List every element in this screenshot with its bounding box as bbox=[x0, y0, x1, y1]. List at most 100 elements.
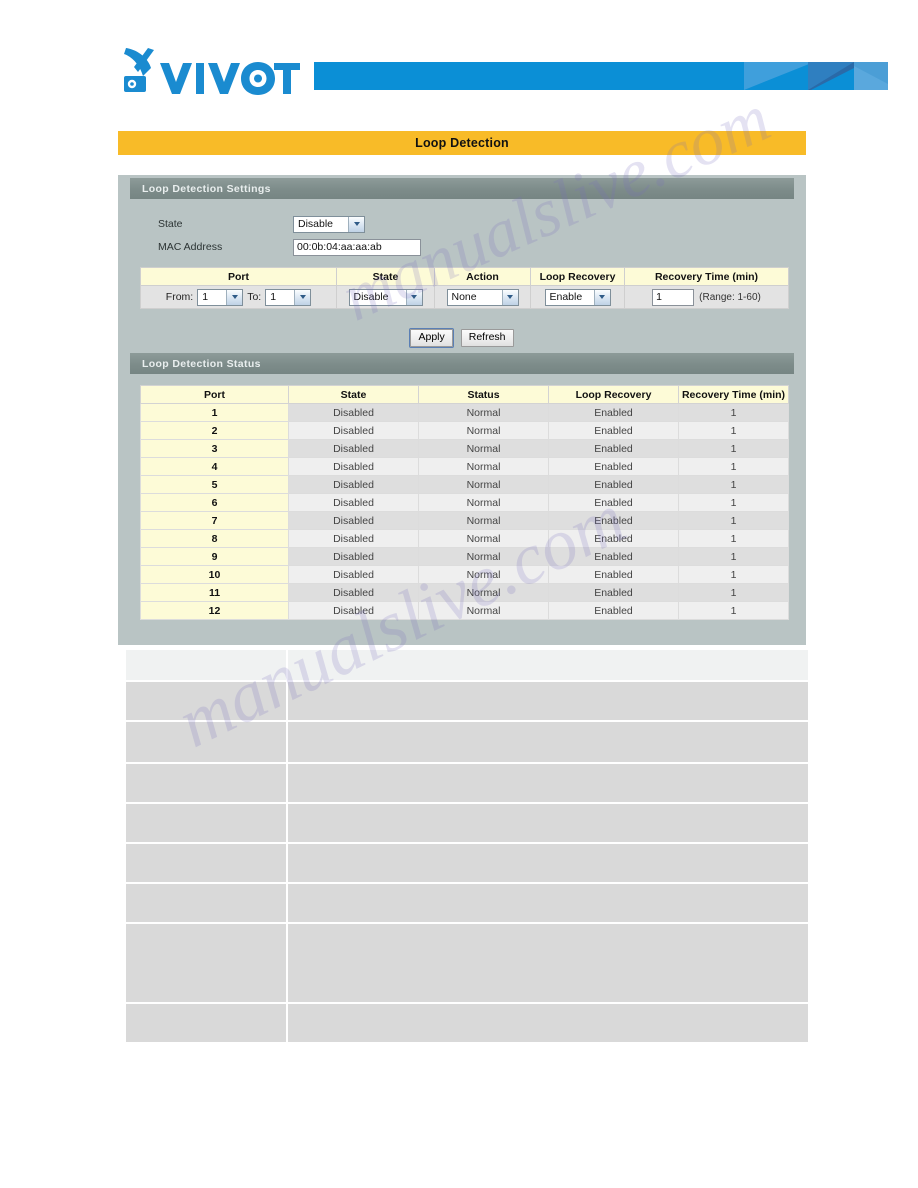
bottom-empty-cell bbox=[126, 804, 286, 842]
status-cell-state: Disabled bbox=[288, 565, 419, 584]
status-cell-status: Normal bbox=[418, 493, 549, 512]
status-table-body: 1 Disabled Normal Enabled 1 2 Disabled Normal En… bbox=[140, 403, 789, 620]
table-row: 7 Disabled Normal Enabled 1 bbox=[140, 511, 789, 530]
status-cell-state: Disabled bbox=[288, 403, 419, 422]
port-from-select[interactable]: 1 bbox=[197, 288, 244, 306]
status-cell-loop-recovery: Enabled bbox=[548, 511, 679, 530]
table-row: 11 Disabled Normal Enabled 1 bbox=[140, 583, 789, 602]
status-cell-recovery-time: 1 bbox=[678, 583, 789, 602]
status-cell-port: 10 bbox=[140, 565, 289, 584]
status-cell-recovery-time: 1 bbox=[678, 529, 789, 548]
status-cell-recovery-time: 1 bbox=[678, 493, 789, 512]
status-cell-loop-recovery: Enabled bbox=[548, 529, 679, 548]
status-cell-state: Disabled bbox=[288, 421, 419, 440]
status-th-port: Port bbox=[140, 385, 289, 404]
chevron-down-icon bbox=[226, 289, 243, 305]
table-row bbox=[126, 1004, 808, 1042]
page-title: Loop Detection bbox=[118, 131, 806, 155]
settings-table-row: From: 1 To: 1 Disable None Enable 1 (Ran… bbox=[140, 285, 789, 309]
status-cell-status: Normal bbox=[418, 421, 549, 440]
bottom-empty-cell bbox=[126, 764, 286, 802]
table-row: 4 Disabled Normal Enabled 1 bbox=[140, 457, 789, 476]
status-cell-status: Normal bbox=[418, 439, 549, 458]
port-to-select[interactable]: 1 bbox=[265, 288, 312, 306]
bottom-empty-cell bbox=[288, 764, 808, 802]
recovery-time-input[interactable]: 1 bbox=[652, 288, 695, 306]
status-cell-loop-recovery: Enabled bbox=[548, 475, 679, 494]
bottom-empty-cell bbox=[126, 1004, 286, 1042]
status-th-recovery-time: Recovery Time (min) bbox=[678, 385, 789, 404]
settings-section-header: Loop Detection Settings bbox=[130, 178, 794, 199]
status-section-header: Loop Detection Status bbox=[130, 353, 794, 374]
status-cell-status: Normal bbox=[418, 529, 549, 548]
table-row bbox=[126, 650, 808, 680]
table-row bbox=[126, 722, 808, 762]
table-row: 1 Disabled Normal Enabled 1 bbox=[140, 403, 789, 422]
status-table-header-row: Port State Status Loop Recovery Recovery… bbox=[140, 385, 789, 404]
status-cell-state: Disabled bbox=[288, 529, 419, 548]
status-cell-port: 11 bbox=[140, 583, 289, 602]
status-cell-recovery-time: 1 bbox=[678, 403, 789, 422]
bottom-empty-table-body bbox=[126, 650, 808, 1042]
state-field-row: State Disable bbox=[158, 215, 365, 233]
port-range-cell: From: 1 To: 1 bbox=[140, 285, 337, 309]
table-row: 2 Disabled Normal Enabled 1 bbox=[140, 421, 789, 440]
state-cell: Disable bbox=[336, 285, 435, 309]
status-cell-loop-recovery: Enabled bbox=[548, 547, 679, 566]
port-state-value: Disable bbox=[353, 291, 389, 303]
chevron-down-icon bbox=[294, 289, 311, 305]
chevron-down-icon bbox=[593, 289, 610, 305]
bottom-empty-cell bbox=[288, 650, 808, 680]
status-th-state: State bbox=[288, 385, 419, 404]
bottom-empty-cell bbox=[126, 884, 286, 922]
status-cell-status: Normal bbox=[418, 403, 549, 422]
status-cell-status: Normal bbox=[418, 547, 549, 566]
status-cell-port: 8 bbox=[140, 529, 289, 548]
bottom-empty-cell bbox=[126, 924, 286, 1002]
mac-address-input[interactable]: 00:0b:04:aa:aa:ab bbox=[293, 238, 421, 256]
settings-th-state: State bbox=[336, 267, 435, 286]
status-cell-recovery-time: 1 bbox=[678, 439, 789, 458]
action-value: None bbox=[451, 291, 477, 303]
settings-th-port: Port bbox=[140, 267, 337, 286]
settings-button-row: Apply Refresh bbox=[118, 329, 806, 347]
status-cell-state: Disabled bbox=[288, 583, 419, 602]
bottom-empty-cell bbox=[126, 722, 286, 762]
status-cell-port: 3 bbox=[140, 439, 289, 458]
status-cell-state: Disabled bbox=[288, 547, 419, 566]
main-panel: Loop Detection Settings State Disable MA… bbox=[118, 175, 806, 645]
bottom-empty-cell bbox=[288, 844, 808, 882]
status-th-loop-recovery: Loop Recovery bbox=[548, 385, 679, 404]
state-select-value: Disable bbox=[298, 218, 334, 230]
header-banner bbox=[314, 62, 888, 90]
status-cell-state: Disabled bbox=[288, 511, 419, 530]
table-row: 8 Disabled Normal Enabled 1 bbox=[140, 529, 789, 548]
port-from-value: 1 bbox=[202, 291, 209, 303]
port-state-select[interactable]: Disable bbox=[348, 288, 423, 306]
mac-address-label: MAC Address bbox=[158, 241, 223, 253]
table-row: 10 Disabled Normal Enabled 1 bbox=[140, 565, 789, 584]
status-cell-status: Normal bbox=[418, 511, 549, 530]
apply-button[interactable]: Apply bbox=[410, 329, 453, 347]
status-cell-port: 5 bbox=[140, 475, 289, 494]
status-cell-loop-recovery: Enabled bbox=[548, 457, 679, 476]
action-select[interactable]: None bbox=[446, 288, 519, 306]
table-row bbox=[126, 804, 808, 842]
status-cell-loop-recovery: Enabled bbox=[548, 601, 679, 620]
loop-recovery-select[interactable]: Enable bbox=[544, 288, 611, 306]
table-row bbox=[126, 884, 808, 922]
status-th-status: Status bbox=[418, 385, 549, 404]
page-root: Loop Detection Loop Detection Settings S… bbox=[0, 0, 918, 1188]
bottom-empty-table bbox=[124, 648, 810, 1044]
state-label: State bbox=[158, 218, 183, 230]
status-cell-port: 2 bbox=[140, 421, 289, 440]
vivotek-logo-icon bbox=[124, 48, 300, 95]
status-cell-port: 1 bbox=[140, 403, 289, 422]
state-select[interactable]: Disable bbox=[293, 215, 365, 233]
status-cell-loop-recovery: Enabled bbox=[548, 439, 679, 458]
port-from-label: From: bbox=[165, 291, 194, 303]
table-row: 9 Disabled Normal Enabled 1 bbox=[140, 547, 789, 566]
settings-th-loop-recovery: Loop Recovery bbox=[530, 267, 625, 286]
status-cell-port: 7 bbox=[140, 511, 289, 530]
refresh-button[interactable]: Refresh bbox=[460, 329, 514, 347]
